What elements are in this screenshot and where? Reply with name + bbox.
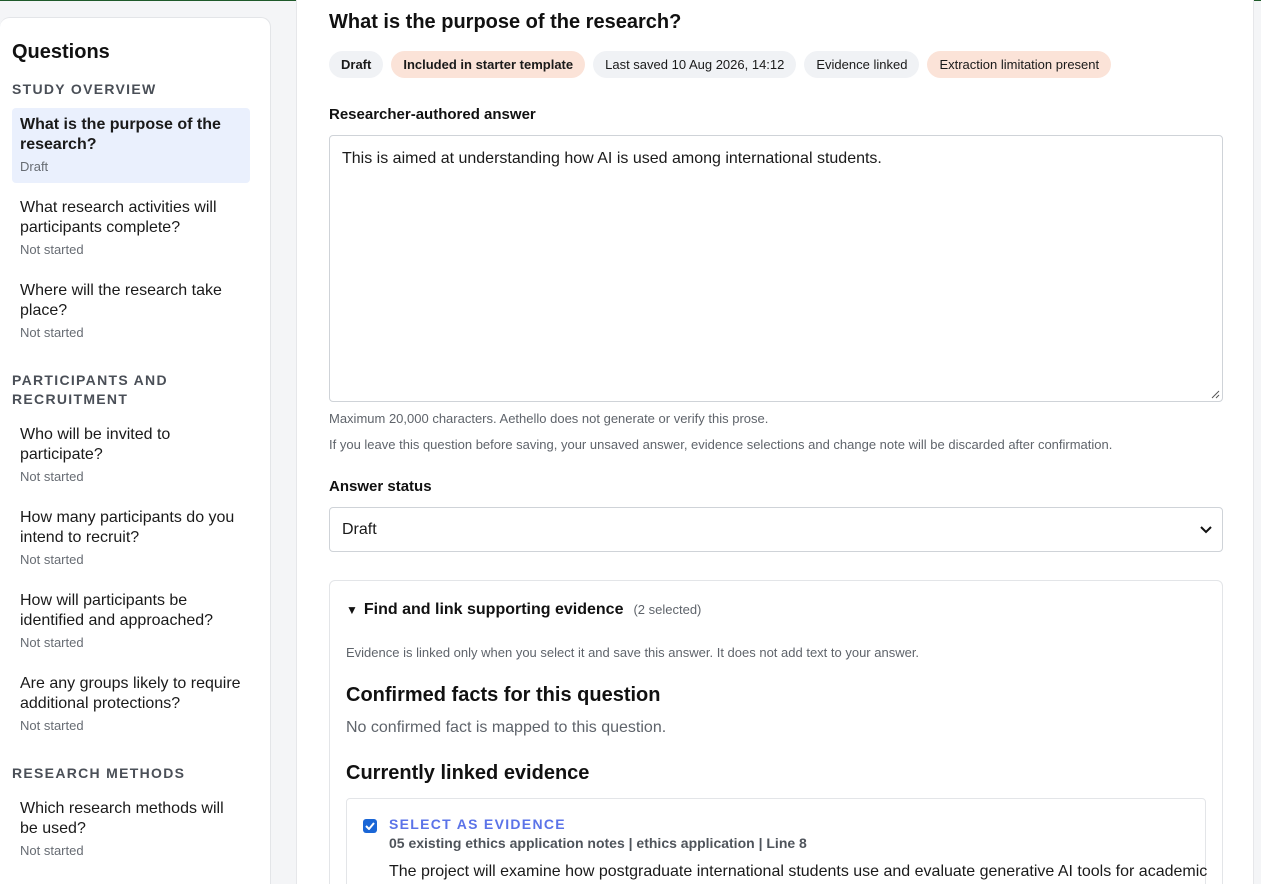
- evidence-summary-toggle[interactable]: ▼ Find and link supporting evidence (2 s…: [346, 601, 701, 619]
- answer-textarea[interactable]: This is aimed at understanding how AI is…: [329, 135, 1223, 402]
- question-label: How many participants do you intend to r…: [20, 509, 235, 546]
- question-label: What is the purpose of the research?: [20, 116, 221, 153]
- question-item-methods[interactable]: Which research methods will be used? Not…: [12, 792, 250, 867]
- question-status: Not started: [20, 718, 84, 733]
- evidence-source-meta: 05 existing ethics application notes | e…: [389, 835, 807, 851]
- resize-handle-icon[interactable]: [1210, 389, 1220, 399]
- question-status: Not started: [20, 469, 84, 484]
- checkmark-icon: [365, 822, 375, 830]
- evidence-checkbox[interactable]: [363, 819, 377, 833]
- question-item-activities[interactable]: What research activities will participan…: [12, 191, 250, 266]
- status-badge: Draft: [329, 51, 384, 78]
- question-label: Are any groups likely to require additio…: [20, 675, 241, 712]
- evidence-excerpt: The project will examine how postgraduat…: [389, 863, 1208, 880]
- question-label: How will participants be identified and …: [20, 592, 214, 629]
- questions-sidebar: Questions STUDY OVERVIEW What is the pur…: [0, 17, 271, 884]
- status-label: Answer status: [329, 478, 432, 495]
- question-status: Not started: [20, 242, 84, 257]
- chevron-down-icon: [1200, 508, 1212, 551]
- character-limit-help: Maximum 20,000 characters. Aethello does…: [329, 411, 769, 426]
- question-item-identified[interactable]: How will participants be identified and …: [12, 584, 250, 659]
- question-editor: What is the purpose of the research? Dra…: [296, 0, 1254, 884]
- last-saved-badge: Last saved 10 Aug 2026, 14:12: [593, 51, 797, 78]
- answer-status-value: Draft: [342, 521, 377, 538]
- status-chips: Draft Included in starter template Last …: [329, 51, 1112, 78]
- section-heading-participants: PARTICIPANTS AND RECRUITMENT: [12, 372, 168, 407]
- evidence-panel: ▼ Find and link supporting evidence (2 s…: [329, 580, 1223, 884]
- question-status: Not started: [20, 635, 84, 650]
- question-label: Who will be invited to participate?: [20, 426, 171, 463]
- question-item-recruit-count[interactable]: How many participants do you intend to r…: [12, 501, 250, 576]
- page-title: What is the purpose of the research?: [329, 11, 682, 33]
- evidence-note: Evidence is linked only when you select …: [346, 645, 920, 660]
- question-item-location[interactable]: Where will the research take place? Not …: [12, 274, 250, 349]
- section-heading-study-overview: STUDY OVERVIEW: [12, 81, 157, 97]
- template-badge: Included in starter template: [391, 51, 586, 78]
- question-status: Not started: [20, 325, 84, 340]
- unsaved-warning-help: If you leave this question before saving…: [329, 437, 1113, 452]
- section-heading-methods: RESEARCH METHODS: [12, 765, 186, 781]
- confirmed-facts-empty: No confirmed fact is mapped to this ques…: [346, 719, 667, 736]
- sidebar-title: Questions: [12, 41, 110, 63]
- question-item-protections[interactable]: Are any groups likely to require additio…: [12, 667, 250, 742]
- linked-evidence-heading: Currently linked evidence: [346, 762, 590, 784]
- evidence-summary-title: Find and link supporting evidence: [363, 601, 624, 618]
- select-as-evidence-label[interactable]: SELECT AS EVIDENCE: [389, 816, 566, 832]
- question-label: Which research methods will be used?: [20, 800, 224, 837]
- confirmed-facts-heading: Confirmed facts for this question: [346, 684, 661, 706]
- evidence-selected-count: (2 selected): [633, 602, 702, 617]
- disclosure-triangle-icon: ▼: [346, 603, 358, 617]
- question-item-purpose[interactable]: What is the purpose of the research? Dra…: [12, 108, 250, 183]
- answer-label: Researcher-authored answer: [329, 106, 536, 123]
- evidence-card: SELECT AS EVIDENCE 05 existing ethics ap…: [346, 798, 1208, 884]
- question-status: Not started: [20, 552, 84, 567]
- question-label: Where will the research take place?: [20, 282, 222, 319]
- question-label: What research activities will participan…: [20, 199, 217, 236]
- question-status: Draft: [20, 159, 49, 174]
- evidence-linked-badge: Evidence linked: [804, 51, 920, 78]
- question-status: Not started: [20, 843, 84, 858]
- question-item-invited[interactable]: Who will be invited to participate? Not …: [12, 418, 250, 493]
- answer-status-select[interactable]: Draft: [329, 507, 1223, 552]
- answer-text: This is aimed at understanding how AI is…: [342, 150, 882, 167]
- limitation-badge: Extraction limitation present: [927, 51, 1112, 78]
